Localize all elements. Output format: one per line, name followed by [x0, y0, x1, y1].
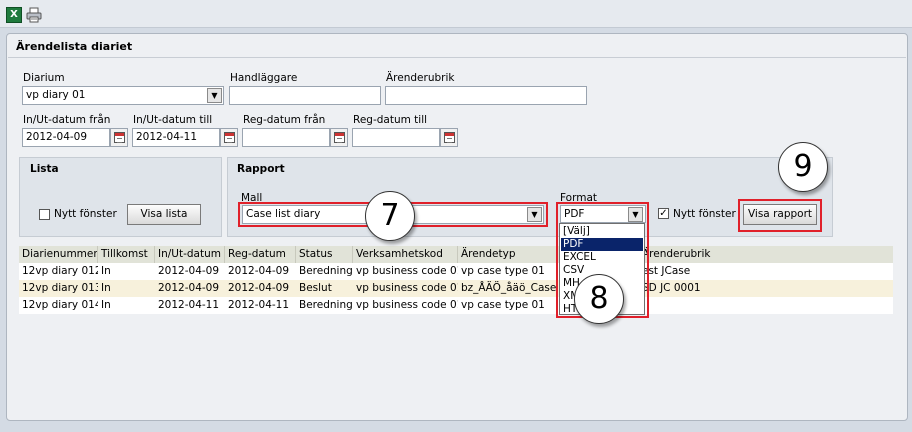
divider	[8, 57, 906, 58]
table-cell: vp business code 01	[356, 299, 458, 311]
table-cell: SD JC 0001	[642, 282, 701, 294]
table-cell: est JCase	[642, 265, 691, 277]
toolbar: X	[0, 0, 912, 28]
table-cell: vp case type 01	[461, 299, 545, 311]
rapport-new-window-label: Nytt fönster	[673, 208, 736, 220]
inut-till-input[interactable]: 2012-04-11	[132, 128, 220, 147]
rapport-new-window-checkbox[interactable]: ✓	[658, 208, 669, 219]
calendar-icon[interactable]	[220, 128, 238, 147]
table-cell: vp business code 01	[356, 282, 458, 294]
table-cell: 2012-04-09	[228, 265, 290, 277]
table-cell: 2012-04-09	[158, 265, 220, 277]
table-row[interactable]: 12vp diary 013 In 2012-04-09 2012-04-09 …	[19, 280, 893, 297]
table-cell: bz_ÅÄÖ_åäö_Case	[461, 282, 557, 294]
inut-fran-label: In/Ut-datum från	[23, 114, 111, 126]
calendar-icon[interactable]	[330, 128, 348, 147]
inut-till-label: In/Ut-datum till	[133, 114, 213, 126]
table-cell: :	[639, 297, 893, 314]
table-cell: In	[101, 282, 111, 294]
column-header-status[interactable]: Status	[296, 246, 353, 263]
table-cell: 2012-04-09	[228, 282, 290, 294]
column-header-verksamhetskod[interactable]: Verksamhetskod	[353, 246, 458, 263]
column-header-reg-datum[interactable]: Reg-datum	[225, 246, 296, 263]
inut-fran-input[interactable]: 2012-04-09	[22, 128, 110, 147]
page-title: Ärendelista diariet	[16, 40, 133, 53]
printer-icon[interactable]	[26, 7, 42, 23]
highlight-box-visa-rapport	[738, 199, 822, 232]
reg-till-label: Reg-datum till	[353, 114, 428, 126]
lista-new-window-label: Nytt fönster	[54, 208, 117, 220]
column-header-diarienummer[interactable]: Diarienummer⊿	[19, 246, 98, 263]
column-header-tillkomst[interactable]: Tillkomst	[98, 246, 155, 263]
handlaggare-input[interactable]	[229, 86, 381, 105]
callout-8: 8	[574, 274, 624, 324]
table-cell: In	[101, 265, 111, 277]
diarium-value: vp diary 01	[26, 89, 86, 101]
callout-9: 9	[778, 142, 828, 192]
callout-7: 7	[365, 191, 415, 241]
calendar-icon[interactable]	[110, 128, 128, 147]
handlaggare-label: Handläggare	[230, 72, 298, 84]
table-cell: Beredning	[299, 265, 353, 277]
results-table: Diarienummer⊿ Tillkomst In/Ut-datum Reg-…	[19, 246, 893, 314]
visa-lista-button[interactable]: Visa lista	[127, 204, 201, 225]
lista-title: Lista	[30, 163, 59, 175]
reg-fran-label: Reg-datum från	[243, 114, 326, 126]
table-cell: Beslut	[299, 282, 332, 294]
arenderubrik-input[interactable]	[385, 86, 587, 105]
table-cell: Beredning	[299, 299, 353, 311]
table-row[interactable]: 12vp diary 012 In 2012-04-09 2012-04-09 …	[19, 263, 893, 280]
reg-till-input[interactable]	[352, 128, 440, 147]
excel-icon[interactable]: X	[6, 7, 22, 23]
lista-new-window-checkbox[interactable]	[39, 209, 50, 220]
diarium-select[interactable]: vp diary 01	[22, 86, 224, 105]
table-cell: vp case type 01	[461, 265, 545, 277]
table-cell: vp business code 01	[356, 265, 458, 277]
calendar-icon[interactable]	[440, 128, 458, 147]
table-cell: 12vp diary 014	[22, 299, 98, 311]
table-cell: 12vp diary 013	[22, 282, 98, 294]
table-cell: 2012-04-09	[158, 282, 220, 294]
table-cell: 12vp diary 012	[22, 265, 98, 277]
rapport-title: Rapport	[237, 163, 285, 175]
reg-fran-input[interactable]	[242, 128, 330, 147]
diarium-label: Diarium	[23, 72, 65, 84]
arenderubrik-label: Ärenderubrik	[386, 72, 455, 84]
table-cell: 2012-04-11	[228, 299, 290, 311]
chevron-down-icon[interactable]: ▼	[207, 88, 222, 103]
column-header-inut-datum[interactable]: In/Ut-datum	[155, 246, 225, 263]
table-row[interactable]: 12vp diary 014 In 2012-04-11 2012-04-11 …	[19, 297, 893, 314]
table-cell: 2012-04-11	[158, 299, 220, 311]
table-cell: In	[101, 299, 111, 311]
column-header-arendetyp[interactable]: Ärendetyp	[458, 246, 558, 263]
column-header-arenderubrik[interactable]: Ärenderubrik	[639, 246, 893, 263]
